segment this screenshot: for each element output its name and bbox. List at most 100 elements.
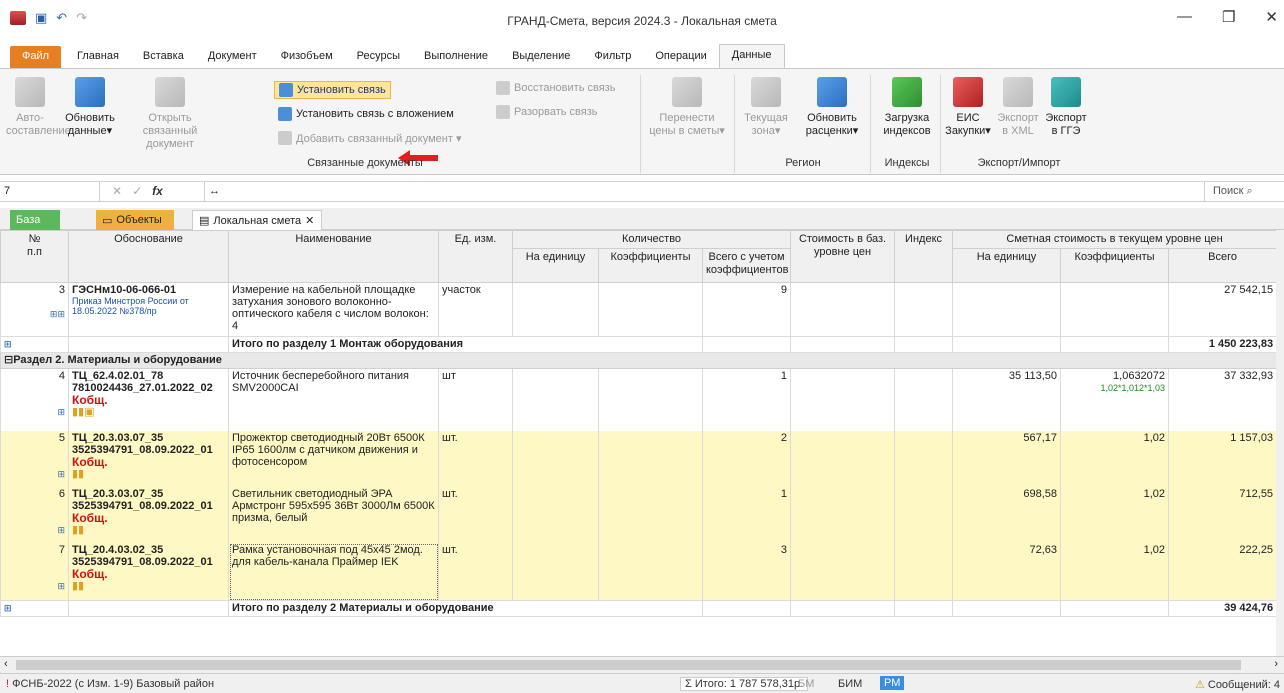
tab-document[interactable]: Документ xyxy=(196,46,269,68)
col-base-cost[interactable]: Стоимость в баз. уровне цен xyxy=(790,230,896,283)
vertical-scrollbar[interactable] xyxy=(1276,230,1284,656)
formula-input[interactable]: ↔ xyxy=(204,182,1154,201)
scroll-left-icon[interactable]: ‹ xyxy=(4,658,8,670)
add-linked-doc-button[interactable]: Добавить связанный документ ▾ xyxy=(278,131,461,145)
section-total-row[interactable]: ⊞ Итого по разделу 1 Монтаж оборудования… xyxy=(0,336,1278,353)
table-row[interactable]: 3 ⊞⊞ ГЭСНм10-06-066-01 Приказ Минстроя Рос… xyxy=(0,282,1278,337)
tab-filter[interactable]: Фильтр xyxy=(582,46,643,68)
table-row[interactable]: 7 ⊞ ТЦ_20.4.03.02_35 3525394791_08.09.202… xyxy=(0,542,1278,601)
tab-selection[interactable]: Выделение xyxy=(500,46,582,68)
col-index[interactable]: Индекс xyxy=(894,230,954,283)
tab-base[interactable]: База xyxy=(10,210,60,230)
table-row[interactable]: 6 ⊞ ТЦ_20.3.03.07_35 3525394791_08.09.202… xyxy=(0,486,1278,543)
expand-icon[interactable]: ⊞⊞ xyxy=(50,309,65,319)
load-indexes-button[interactable]: Загрузка индексов xyxy=(878,77,936,138)
restore-link-button[interactable]: Восстановить связь xyxy=(496,81,615,95)
minimize-icon[interactable]: — xyxy=(1177,8,1192,26)
section-total-row[interactable]: ⊞ Итого по разделу 2 Материалы и оборудо… xyxy=(0,600,1278,617)
col-num[interactable]: № п.п xyxy=(0,230,69,283)
export-xml-button[interactable]: Экспорт в XML xyxy=(994,77,1042,138)
order-link[interactable]: Приказ Минстроя России от 18.05.2022 №37… xyxy=(72,296,225,316)
transfer-icon xyxy=(672,77,702,107)
col-qty-total[interactable]: Всего с учетом коэффициентов xyxy=(701,248,792,283)
resource-icons: ▮▮▣ xyxy=(72,406,95,418)
rm-toggle[interactable]: РМ xyxy=(880,676,905,690)
scroll-right-icon[interactable]: › xyxy=(1274,658,1278,670)
col-unit[interactable]: Ед. изм. xyxy=(438,230,513,283)
separator xyxy=(640,75,641,173)
open-linked-button[interactable]: Открыть связанный документ xyxy=(120,77,220,151)
col-current-cost[interactable]: Сметная стоимость в текущем уровне цен xyxy=(952,230,1278,249)
tab-execution[interactable]: Выполнение xyxy=(412,46,500,68)
col-name[interactable]: Наименование xyxy=(228,230,439,283)
group-label-indexes: Индексы xyxy=(884,157,930,169)
scroll-thumb[interactable] xyxy=(16,660,1241,670)
close-icon[interactable]: ✕ xyxy=(1265,8,1278,26)
break-link-button[interactable]: Разорвать связь xyxy=(496,105,598,119)
document-icon: ▤ xyxy=(199,215,210,227)
eis-button[interactable]: ЕИС Закупки▾ xyxy=(944,77,992,138)
col-cur-unit[interactable]: На единицу xyxy=(952,248,1062,283)
col-qty-unit[interactable]: На единицу xyxy=(512,248,599,283)
cell-reference[interactable]: 7 xyxy=(0,182,100,201)
col-basis[interactable]: Обоснование xyxy=(68,230,229,283)
table-row[interactable]: 4 ⊞ ТЦ_62.4.02.01_78 7810024436_27.01.202… xyxy=(0,368,1278,431)
col-quantity[interactable]: Количество xyxy=(511,230,792,249)
tab-home[interactable]: Главная xyxy=(65,46,131,68)
expand-icon[interactable]: ⊞ xyxy=(57,581,65,591)
group-label-region: Регион xyxy=(785,157,821,169)
col-cur-coef[interactable]: Коэффициенты xyxy=(1060,248,1170,283)
transfer-prices-button[interactable]: Перенести цены в сметы▾ xyxy=(644,77,730,138)
update-prices-button[interactable]: Обновить расценки▾ xyxy=(800,77,864,138)
search-box[interactable]: Поиск ⌕ xyxy=(1204,182,1284,201)
confirm-icon[interactable]: ✓ xyxy=(132,184,142,198)
normative-base-label[interactable]: ФСНБ-2022 (с Изм. 1-9) Базовый район xyxy=(12,678,214,690)
eis-icon xyxy=(953,77,983,107)
total-label: Итого: 1 787 578,31р. xyxy=(694,678,804,690)
auto-compose-icon xyxy=(15,77,45,107)
update-prices-icon xyxy=(817,77,847,107)
function-icon[interactable]: fx xyxy=(152,184,163,198)
col-cur-total[interactable]: Всего xyxy=(1168,248,1278,283)
tab-resources[interactable]: Ресурсы xyxy=(345,46,412,68)
tab-objects[interactable]: ▭ Объекты xyxy=(96,210,174,230)
tab-file[interactable]: Файл xyxy=(10,46,62,68)
separator xyxy=(734,75,735,173)
current-zone-button[interactable]: Текущая зона▾ xyxy=(738,77,794,138)
close-tab-icon[interactable]: ✕ xyxy=(305,214,314,227)
table-row[interactable]: 5 ⊞ ТЦ_20.3.03.07_35 3525394791_08.09.202… xyxy=(0,430,1278,487)
ribbon: Авто- составление Обновить данные▾ Откры… xyxy=(0,68,1284,175)
collapse-icon[interactable]: ⊟ xyxy=(4,354,13,366)
expand-icon[interactable]: ⊞ xyxy=(57,525,65,535)
expand-icon[interactable]: ⊞ xyxy=(57,407,65,417)
bim-toggle[interactable]: БИМ xyxy=(838,678,862,690)
expand-icon[interactable]: ⊞ xyxy=(4,603,12,613)
tab-local-estimate[interactable]: ▤ Локальная смета ✕ xyxy=(192,210,322,230)
tab-data[interactable]: Данные xyxy=(718,44,785,68)
break-link-icon xyxy=(496,105,510,119)
horizontal-scrollbar[interactable]: ‹ › xyxy=(0,656,1284,673)
restore-icon[interactable]: ❐ xyxy=(1222,8,1235,26)
expand-icon[interactable]: ⊞ xyxy=(57,469,65,479)
tab-physical-volume[interactable]: Физобъем xyxy=(269,46,345,68)
auto-compose-button[interactable]: Авто- составление xyxy=(6,77,71,138)
expand-icon[interactable]: ⊞ xyxy=(4,339,12,349)
set-link-nested-button[interactable]: Установить связь с вложением xyxy=(278,107,454,121)
tab-insert[interactable]: Вставка xyxy=(131,46,196,68)
selected-cell[interactable]: Рамка установочная под 45х45 2мод. для к… xyxy=(228,542,439,601)
section-header-row[interactable]: ⊟Раздел 2. Материалы и оборудование xyxy=(0,352,1278,369)
cancel-icon[interactable]: ✕ xyxy=(112,184,122,198)
alert-icon: ⚠ xyxy=(1194,679,1205,691)
messages-label[interactable]: Сообщений: 4 xyxy=(1208,679,1280,691)
update-data-button[interactable]: Обновить данные▾ xyxy=(64,77,116,138)
set-link-button[interactable]: Установить связь xyxy=(274,81,391,99)
bm-toggle[interactable]: БМ xyxy=(798,678,814,690)
chart-load-icon xyxy=(892,77,922,107)
export-gge-button[interactable]: Экспорт в ГГЭ xyxy=(1042,77,1090,138)
tab-operations[interactable]: Операции xyxy=(643,46,718,68)
restore-link-icon xyxy=(496,81,510,95)
col-qty-coef[interactable]: Коэффициенты xyxy=(598,248,703,283)
title-bar: ▣ ↶ ↷ ГРАНД-Смета, версия 2024.3 - Локал… xyxy=(0,0,1284,44)
zone-icon xyxy=(751,77,781,107)
separator xyxy=(870,75,871,173)
